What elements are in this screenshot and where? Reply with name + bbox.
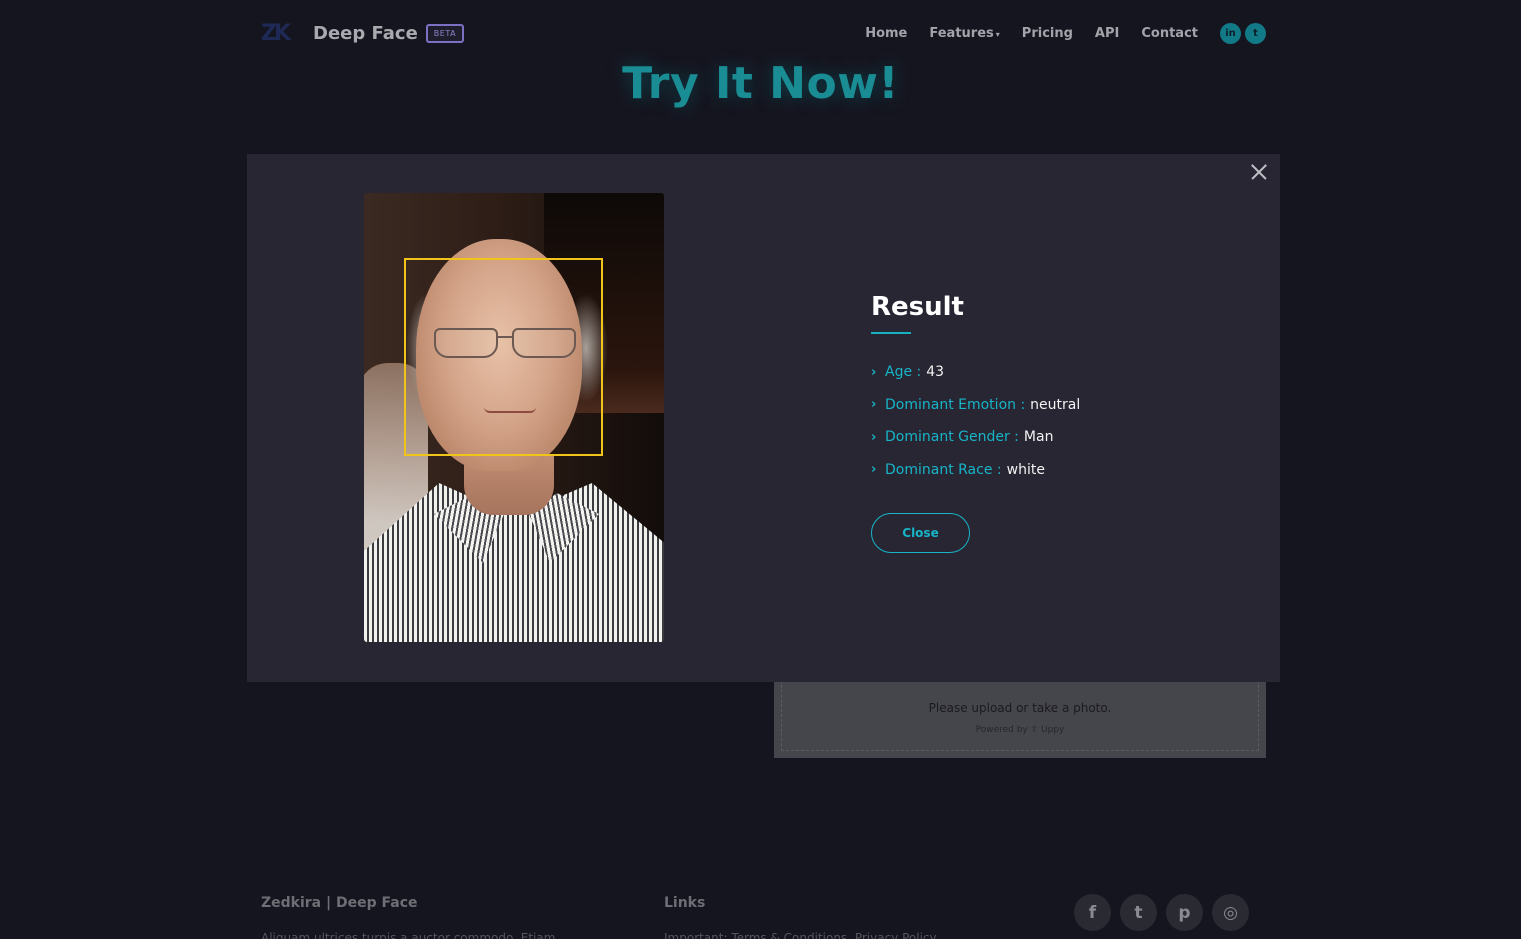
attribute-age: › Age : 43 bbox=[871, 356, 1080, 389]
analyzed-photo bbox=[364, 193, 664, 642]
logo: ZK bbox=[261, 21, 305, 46]
upload-dropzone[interactable]: Please upload or take a photo. Powered b… bbox=[781, 680, 1259, 751]
close-icon[interactable] bbox=[1247, 160, 1271, 184]
footer-about: Zedkira | Deep Face Aliquam ultrices tur… bbox=[261, 895, 555, 939]
footer-links-text[interactable]: Important: Terms & Conditions, Privacy P… bbox=[664, 931, 937, 939]
attribute-value: Man bbox=[1023, 429, 1054, 446]
result-modal: Result › Age : 43 › Dominant Emotion : n… bbox=[247, 154, 1280, 682]
twitter-icon[interactable]: t bbox=[1245, 22, 1266, 44]
pinterest-icon[interactable]: p bbox=[1166, 894, 1203, 931]
nav-features[interactable]: Features ▾ bbox=[929, 26, 999, 41]
attribute-label: Dominant Race : bbox=[885, 461, 1002, 478]
attribute-value: 43 bbox=[926, 364, 945, 381]
nav-features-label: Features bbox=[929, 25, 994, 41]
uploader[interactable]: Please upload or take a photo. Powered b… bbox=[774, 680, 1266, 758]
close-button[interactable]: Close bbox=[871, 513, 970, 553]
nav-pricing[interactable]: Pricing bbox=[1022, 26, 1073, 41]
chevron-right-icon: › bbox=[871, 397, 877, 413]
result-panel: Result › Age : 43 › Dominant Emotion : n… bbox=[871, 292, 1080, 553]
face-detection-box bbox=[404, 258, 603, 456]
powered-by: Powered by ⇧ Uppy bbox=[975, 725, 1065, 735]
logo-text: ZK bbox=[261, 21, 291, 46]
nav-home[interactable]: Home bbox=[865, 26, 907, 41]
caret-down-icon: ▾ bbox=[995, 29, 1000, 39]
attribute-race: › Dominant Race : white bbox=[871, 454, 1080, 487]
footer-links: Links Important: Terms & Conditions, Pri… bbox=[664, 895, 937, 939]
chevron-right-icon: › bbox=[871, 462, 877, 478]
nav-links: Home Features ▾ Pricing API Contact in t bbox=[865, 22, 1266, 44]
attribute-value: neutral bbox=[1030, 396, 1081, 413]
attribute-gender: › Dominant Gender : Man bbox=[871, 421, 1080, 454]
attribute-emotion: › Dominant Emotion : neutral bbox=[871, 389, 1080, 422]
chevron-right-icon: › bbox=[871, 364, 877, 380]
header-social: in t bbox=[1220, 22, 1266, 44]
twitter-icon[interactable]: t bbox=[1120, 894, 1157, 931]
attribute-value: white bbox=[1006, 461, 1045, 478]
brand[interactable]: ZK Deep Face BETA bbox=[261, 21, 465, 46]
nav-contact[interactable]: Contact bbox=[1141, 26, 1198, 41]
title-underline bbox=[871, 332, 911, 334]
navbar: ZK Deep Face BETA Home Features ▾ Pricing… bbox=[261, 14, 1266, 52]
attribute-label: Dominant Gender : bbox=[885, 429, 1019, 446]
upload-message: Please upload or take a photo. bbox=[928, 701, 1112, 715]
attribute-label: Age : bbox=[885, 364, 922, 381]
instagram-icon[interactable]: ◎ bbox=[1212, 894, 1249, 931]
brand-name: Deep Face bbox=[313, 22, 418, 44]
hero-title: Try It Now! bbox=[622, 58, 899, 109]
nav-api[interactable]: API bbox=[1095, 26, 1119, 41]
beta-badge: BETA bbox=[425, 23, 465, 43]
footer-about-text: Aliquam ultrices turpis a auctor commodo… bbox=[261, 931, 556, 939]
footer-social: f t p ◎ bbox=[1074, 894, 1249, 931]
attribute-label: Dominant Emotion : bbox=[885, 396, 1026, 413]
footer-about-heading: Zedkira | Deep Face bbox=[261, 895, 418, 911]
attribute-list: › Age : 43 › Dominant Emotion : neutral … bbox=[871, 356, 1080, 486]
facebook-icon[interactable]: f bbox=[1074, 894, 1111, 931]
footer-links-heading: Links bbox=[664, 895, 706, 911]
result-title: Result bbox=[871, 292, 964, 322]
linkedin-icon[interactable]: in bbox=[1220, 22, 1241, 44]
chevron-right-icon: › bbox=[871, 429, 877, 445]
